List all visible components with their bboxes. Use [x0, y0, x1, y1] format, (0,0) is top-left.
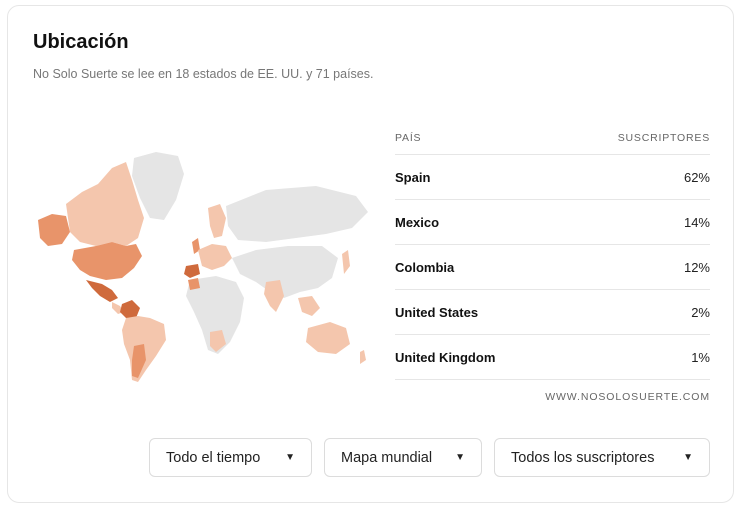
- card-subtitle: No Solo Suerte se lee en 18 estados de E…: [33, 67, 374, 81]
- column-subscribers: SUSCRIPTORES: [617, 131, 710, 144]
- row-country: Colombia: [395, 259, 455, 275]
- row-percentage: 62%: [683, 169, 710, 185]
- row-country: Spain: [395, 169, 431, 185]
- table-row: United Kingdom 1%: [395, 335, 710, 380]
- table-row: Spain 62%: [395, 155, 710, 200]
- map-scandinavia: [208, 204, 226, 238]
- map-mexico: [86, 280, 118, 302]
- time-range-dropdown[interactable]: Todo el tiempo ▼: [149, 438, 312, 477]
- source-url: WWW.NOSOLOSUERTE.COM: [545, 391, 710, 403]
- row-country: Mexico: [395, 214, 440, 230]
- row-country: United States: [395, 304, 479, 320]
- row-country: United Kingdom: [395, 349, 496, 365]
- map-australia: [306, 322, 350, 354]
- card-title: Ubicación: [33, 31, 129, 53]
- table-row: Colombia 12%: [395, 245, 710, 290]
- caret-down-icon: ▼: [285, 452, 295, 463]
- map-europe: [198, 244, 232, 270]
- column-country: PAÍS: [395, 131, 422, 144]
- location-card: Ubicación No Solo Suerte se lee en 18 es…: [7, 5, 734, 503]
- map-colombia: [120, 300, 140, 318]
- map-usa: [72, 242, 142, 280]
- audience-dropdown[interactable]: Todos los suscriptores ▼: [494, 438, 710, 477]
- row-percentage: 14%: [683, 214, 710, 230]
- audience-value: Todos los suscriptores: [511, 449, 655, 466]
- table-header: PAÍS SUSCRIPTORES: [395, 121, 710, 155]
- map-alaska: [38, 214, 70, 246]
- caret-down-icon: ▼: [683, 452, 693, 463]
- map-japan: [342, 250, 350, 274]
- time-range-value: Todo el tiempo: [166, 449, 261, 466]
- map-type-dropdown[interactable]: Mapa mundial ▼: [324, 438, 482, 477]
- map-morocco: [188, 278, 200, 290]
- map-spain: [184, 264, 200, 278]
- map-russia: [226, 186, 368, 242]
- caret-down-icon: ▼: [455, 452, 465, 463]
- map-asia: [232, 246, 338, 298]
- map-new-zealand: [360, 350, 366, 364]
- world-map[interactable]: [26, 146, 381, 386]
- row-percentage: 1%: [691, 349, 710, 365]
- map-india: [264, 280, 284, 312]
- map-se-asia: [298, 296, 320, 316]
- countries-table: PAÍS SUSCRIPTORES Spain 62% Mexico 14% C…: [395, 121, 710, 403]
- row-percentage: 2%: [691, 304, 710, 320]
- map-type-value: Mapa mundial: [341, 449, 433, 466]
- table-row: United States 2%: [395, 290, 710, 335]
- table-row: Mexico 14%: [395, 200, 710, 245]
- row-percentage: 12%: [683, 259, 710, 275]
